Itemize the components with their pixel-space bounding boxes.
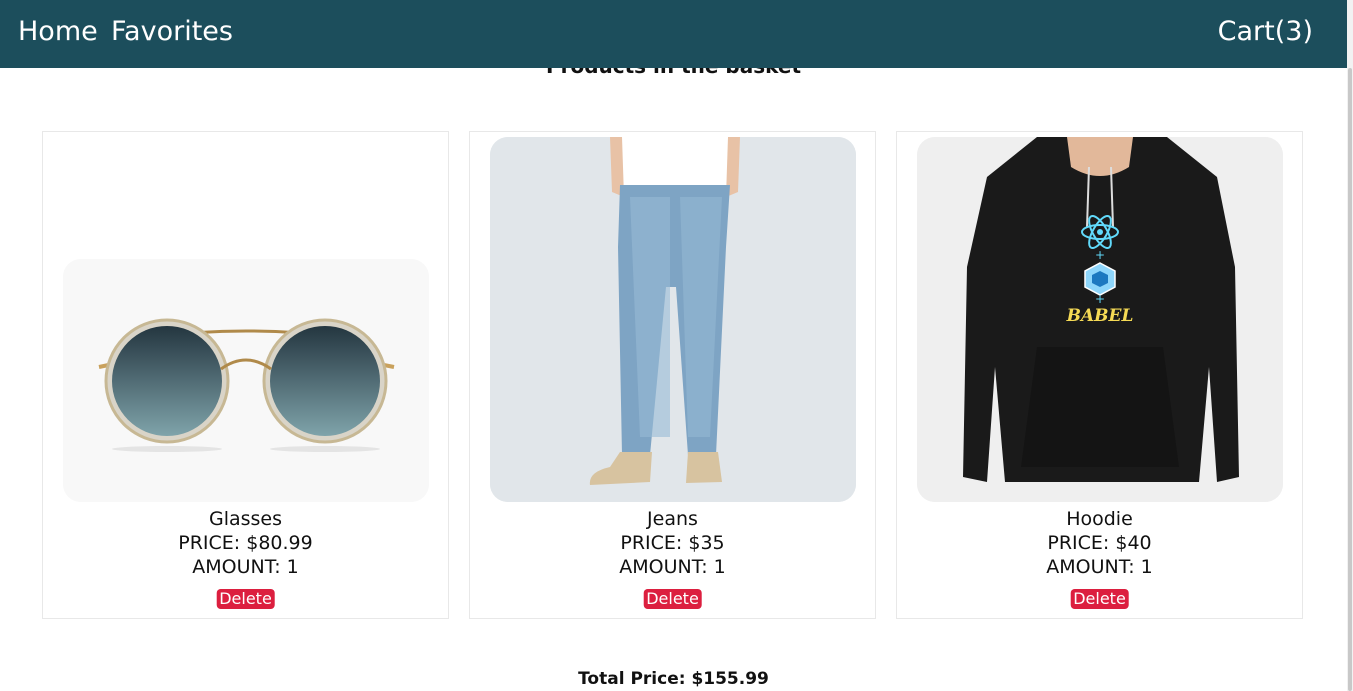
scrollbar-thumb[interactable] <box>1348 68 1352 691</box>
product-card-hoodie: + + BABEL Hoodie PRICE: $40 AMOUNT: 1 De… <box>896 131 1303 619</box>
product-amount: AMOUNT: 1 <box>619 556 726 578</box>
total-price: Total Price: $155.99 <box>578 669 769 689</box>
svg-text:BABEL: BABEL <box>1066 306 1134 326</box>
product-price: PRICE: $80.99 <box>178 532 313 554</box>
product-price: PRICE: $40 <box>1047 532 1152 554</box>
product-image-jeans <box>490 137 856 502</box>
product-price: PRICE: $35 <box>620 532 725 554</box>
product-card-jeans: Jeans PRICE: $35 AMOUNT: 1 Delete <box>469 131 876 619</box>
nav-cart-link[interactable]: Cart(3) <box>1218 14 1313 50</box>
delete-button[interactable]: Delete <box>1070 589 1129 609</box>
sunglasses-image <box>63 259 429 502</box>
hoodie-image: + + BABEL <box>917 137 1283 502</box>
product-name: Jeans <box>647 508 698 530</box>
nav-home-link[interactable]: Home <box>18 14 98 50</box>
nav-favorites-link[interactable]: Favorites <box>111 14 233 50</box>
product-amount: AMOUNT: 1 <box>1046 556 1153 578</box>
page-scrollbar[interactable] <box>1347 0 1353 691</box>
product-image-hoodie: + + BABEL <box>917 137 1283 502</box>
product-image-glasses <box>63 259 429 502</box>
product-name: Hoodie <box>1066 508 1133 530</box>
delete-button[interactable]: Delete <box>643 589 702 609</box>
jeans-image <box>490 137 856 502</box>
product-card-glasses: Glasses PRICE: $80.99 AMOUNT: 1 Delete <box>42 131 449 619</box>
product-amount: AMOUNT: 1 <box>192 556 299 578</box>
top-navbar: Home Favorites Cart(3) <box>0 0 1347 68</box>
product-name: Glasses <box>208 508 283 530</box>
svg-text:+: + <box>1095 248 1105 262</box>
svg-text:+: + <box>1095 292 1105 306</box>
delete-button[interactable]: Delete <box>216 589 275 609</box>
